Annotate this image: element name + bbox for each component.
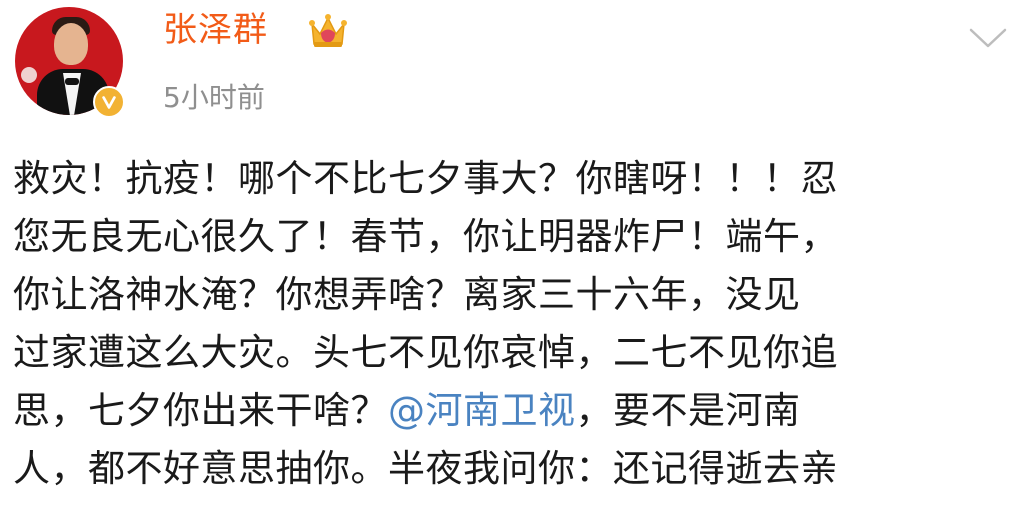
verified-v-icon	[93, 86, 125, 118]
post-line: 人，都不好意思抽你。半夜我问你：还记得逝去亲	[13, 447, 838, 490]
chevron-down-icon[interactable]	[968, 26, 1008, 50]
post-line: 过家遭这么大灾。头七不见你哀悼，二七不见你追	[13, 331, 838, 374]
username[interactable]: 张泽群	[163, 8, 268, 52]
avatar-bowtie	[65, 78, 79, 85]
post-line: 你让洛神水淹？你想弄啥？离家三十六年，没见	[13, 273, 801, 316]
avatar-face	[54, 23, 88, 65]
post-timestamp[interactable]: 5小时前	[163, 80, 265, 116]
post-text-segment: ，要不是河南	[575, 389, 801, 432]
stage-light	[21, 67, 37, 83]
crown-icon[interactable]	[308, 12, 348, 50]
post-text: 救灾！抗疫！哪个不比七夕事大？你瞎呀！！！忍 您无良无心很久了！春节，你让明器炸…	[13, 150, 1013, 498]
post-text-segment: 思，七夕你出来干啥？	[13, 389, 388, 432]
mention-link[interactable]: @河南卫视	[388, 389, 576, 432]
post-line: 思，七夕你出来干啥？@河南卫视，要不是河南	[13, 382, 1013, 440]
post-line: 您无良无心很久了！春节，你让明器炸尸！端午，	[13, 215, 838, 258]
post-line: 救灾！抗疫！哪个不比七夕事大？你瞎呀！！！忍	[13, 157, 838, 200]
